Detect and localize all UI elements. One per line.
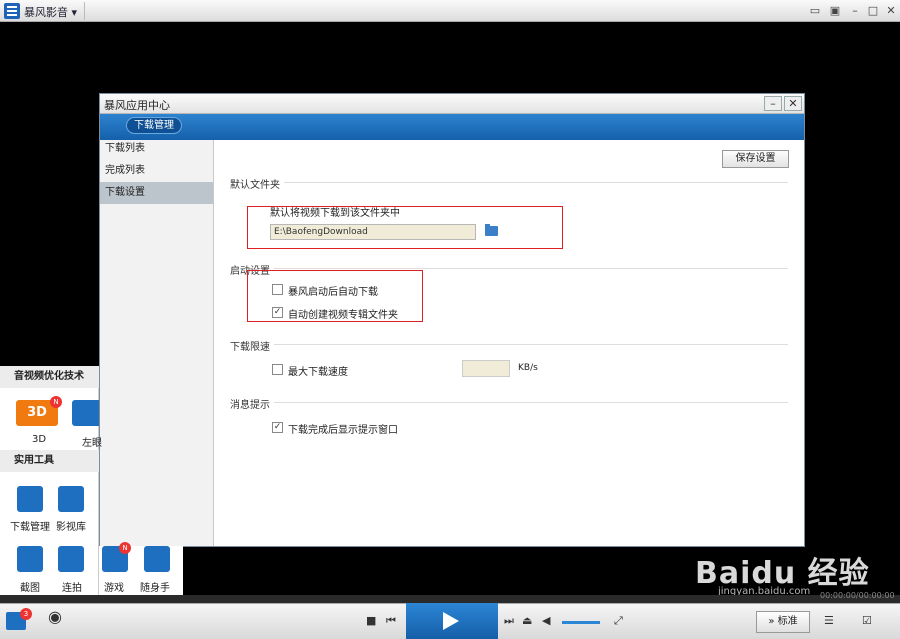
film-reel-icon[interactable] bbox=[58, 486, 84, 512]
section-title-av-tech: 音视频优化技术 bbox=[0, 366, 99, 388]
section-title-folder: 默认文件夹 bbox=[230, 176, 284, 191]
mobile-icon[interactable] bbox=[144, 546, 170, 572]
app-logo-icon[interactable] bbox=[4, 3, 20, 19]
save-settings-button[interactable]: 保存设置 bbox=[722, 150, 789, 168]
download-icon[interactable] bbox=[17, 486, 43, 512]
play-button[interactable] bbox=[406, 603, 498, 639]
left-eye-label: 左眼 bbox=[82, 438, 102, 449]
previous-icon[interactable]: ⏮ bbox=[386, 614, 396, 628]
volume-icon[interactable]: ◀ bbox=[542, 614, 550, 628]
settings-panel: 保存设置 默认文件夹 默认将视频下载到该文件夹中 E:\BaofengDownl… bbox=[214, 140, 804, 546]
notification-badge: 3 bbox=[20, 608, 32, 620]
highlight-box-folder bbox=[247, 206, 563, 249]
chat-icon[interactable]: ▭ bbox=[808, 4, 822, 18]
divider bbox=[230, 402, 788, 403]
minimize-icon[interactable]: – bbox=[848, 4, 862, 18]
dialog-title-bar[interactable]: 暴风应用中心 – ✕ bbox=[100, 94, 804, 114]
title-bar: 暴风影音 ▾ ▭ ▣ – □ ✕ bbox=[0, 0, 900, 22]
sidebar-item-download-settings[interactable]: 下载设置 bbox=[100, 182, 213, 204]
section-title-notify: 消息提示 bbox=[230, 396, 274, 411]
screenshot-icon[interactable] bbox=[17, 546, 43, 572]
dialog-tab-bar: 下载管理 bbox=[100, 114, 804, 140]
skin-icon[interactable]: ▣ bbox=[828, 4, 842, 18]
eye-icon[interactable]: ◉ bbox=[48, 609, 62, 625]
mobile-helper-label: 随身手 bbox=[140, 583, 170, 594]
section-title-speed: 下载限速 bbox=[230, 338, 274, 353]
tools-panel: 音视频优化技术 3D N 3D 左眼 实用工具 下载管理 影视库 截图 连拍 bbox=[0, 366, 102, 602]
burst-shot-label: 连拍 bbox=[62, 583, 82, 594]
3d-label: 3D bbox=[32, 434, 47, 445]
section-title-tools: 实用工具 bbox=[0, 450, 99, 472]
tools-panel-extension: N 游戏 随身手 bbox=[99, 542, 183, 602]
new-badge: N bbox=[50, 396, 62, 408]
mode-button[interactable]: » 标准 bbox=[756, 611, 810, 633]
eject-icon[interactable]: ⏏ bbox=[522, 614, 532, 628]
volume-slider[interactable] bbox=[562, 621, 600, 624]
new-badge: N bbox=[119, 542, 131, 554]
checklist-icon[interactable]: ☑ bbox=[862, 614, 872, 628]
fullscreen-icon[interactable]: ⤢ bbox=[614, 614, 623, 628]
app-title: 暴风影音 bbox=[24, 6, 68, 19]
dialog-close-button[interactable]: ✕ bbox=[784, 96, 802, 111]
dialog-title: 暴风应用中心 bbox=[104, 99, 170, 112]
tab-download-manager[interactable]: 下载管理 bbox=[126, 117, 182, 134]
app-menu[interactable]: 暴风影音 ▾ bbox=[24, 4, 77, 20]
sidebar-item-download-list[interactable]: 下载列表 bbox=[100, 138, 213, 160]
screenshot-label: 截图 bbox=[20, 583, 40, 594]
dialog-minimize-button[interactable]: – bbox=[764, 96, 782, 111]
divider bbox=[230, 344, 788, 345]
close-icon[interactable]: ✕ bbox=[884, 4, 898, 18]
notify-checkbox[interactable]: ✓ bbox=[272, 422, 283, 433]
divider bbox=[230, 182, 788, 183]
progress-track[interactable] bbox=[0, 595, 900, 603]
download-manager-label: 下载管理 bbox=[10, 522, 50, 533]
eye-icon[interactable] bbox=[72, 400, 99, 426]
maximize-icon[interactable]: □ bbox=[866, 4, 880, 18]
app-center-dialog: 暴风应用中心 – ✕ 下载管理 下载列表 完成列表 下载设置 保存设置 默认文件… bbox=[99, 93, 805, 547]
speed-limit-checkbox[interactable] bbox=[272, 364, 283, 375]
burst-shot-icon[interactable] bbox=[58, 546, 84, 572]
time-display: 00:00:00/00:00:00 bbox=[820, 591, 895, 600]
chevron-down-icon: ▾ bbox=[71, 6, 78, 19]
video-library-label: 影视库 bbox=[56, 522, 86, 533]
divider bbox=[84, 2, 85, 20]
divider bbox=[230, 268, 788, 269]
notify-label: 下载完成后显示提示窗口 bbox=[288, 425, 398, 436]
mode-label: 标准 bbox=[777, 616, 798, 627]
highlight-box-startup bbox=[247, 270, 423, 322]
game-label: 游戏 bbox=[104, 583, 124, 594]
dialog-sidebar: 下载列表 完成列表 下载设置 bbox=[100, 140, 214, 546]
stop-icon[interactable]: ■ bbox=[366, 614, 376, 628]
playlist-icon[interactable]: ☰ bbox=[824, 614, 834, 628]
speed-limit-input[interactable] bbox=[462, 360, 510, 377]
speed-limit-label: 最大下载速度 bbox=[288, 367, 348, 378]
speed-unit: KB/s bbox=[518, 363, 538, 373]
sidebar-item-completed-list[interactable]: 完成列表 bbox=[100, 160, 213, 182]
next-icon[interactable]: ⏭ bbox=[504, 614, 514, 628]
